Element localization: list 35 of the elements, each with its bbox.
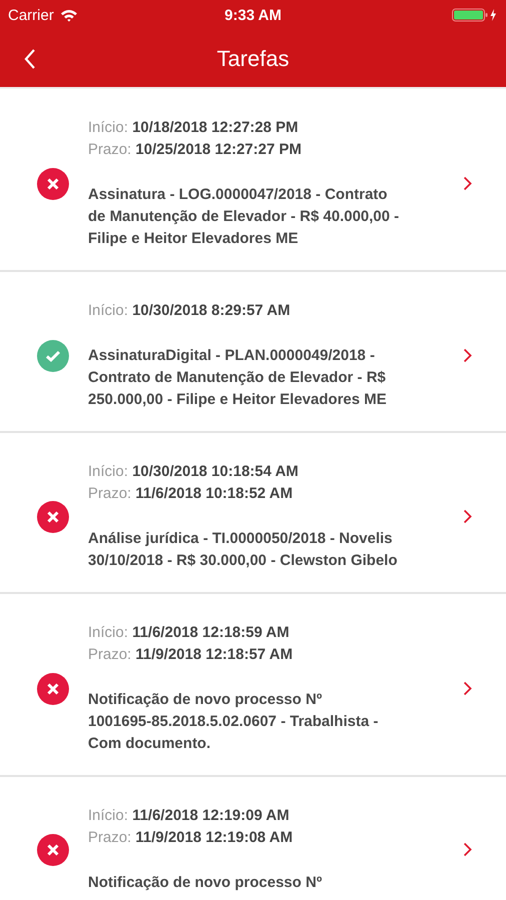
clock-label: 9:33 AM — [224, 6, 282, 24]
wifi-icon — [60, 8, 78, 22]
task-title: AssinaturaDigital - PLAN.0000049/2018 - Contrato de Manutenção de Elevador - R$ 250.000,00 - Filipe e Heitor Elevadores ME — [88, 346, 388, 410]
task-title: Notificação de novo processo Nº — [88, 873, 323, 893]
task-row[interactable]: Início: 11/6/2018 12:18:59 AM Prazo: 11/9/2018 12:18:57 AM Notificação de novo processo Nº 1001695-85.2018.5.02.0607 - Trabalhista - Com documento. — [0, 594, 506, 777]
date-line: Prazo: 11/9/2018 12:18:57 AM — [88, 645, 294, 665]
date-line: Prazo: 10/25/2018 12:27:27 PM — [88, 140, 302, 160]
date-line: Prazo: 11/6/2018 10:18:52 AM — [88, 484, 294, 504]
chevron-icon — [463, 348, 472, 363]
date-line: Início: 11/6/2018 12:19:09 AM — [88, 806, 290, 826]
date-line: Início: 10/30/2018 8:29:57 AM — [88, 301, 292, 321]
date-line: Início: 11/6/2018 12:18:59 AM — [88, 623, 290, 643]
date-line: Início: 10/18/2018 12:27:28 PM — [88, 118, 300, 138]
cross-icon — [37, 168, 69, 200]
chevron-icon — [463, 681, 472, 696]
carrier-label: Carrier — [8, 6, 54, 24]
screen-title: Tarefas — [216, 46, 290, 72]
task-row[interactable]: Início: 10/18/2018 12:27:28 PM Prazo: 10/25/2018 12:27:27 PM Assinatura - LOG.0000047/2018 - Contrato de Manutenção de Elevador - R$ 40.000,00 - Filipe e Heitor Elevadores ME — [0, 89, 506, 272]
chevron-icon — [463, 842, 472, 857]
chevron-icon — [463, 176, 472, 191]
back-icon — [24, 48, 36, 70]
task-row[interactable]: Início: 11/6/2018 12:19:09 AM Prazo: 11/9/2018 12:19:08 AM Notificação de novo processo Nº — [0, 777, 506, 900]
cross-icon — [37, 500, 69, 532]
task-title: Notificação de novo processo Nº 1001695-85.2018.5.02.0607 - Trabalhista - Com documento. — [88, 690, 380, 754]
date-line: Prazo: 11/9/2018 12:19:08 AM — [88, 828, 294, 848]
task-title: Análise jurídica - TI.0000050/2018 - Novelis 30/10/2018 - R$ 30.000,00 - Clewston Gibelo — [88, 529, 398, 571]
task-row[interactable]: Início: 10/30/2018 8:29:57 AM AssinaturaDigital - PLAN.0000049/2018 - Contrato de Manutenção de Elevador - R$ 250.000,00 - Filipe e Heitor Elevadores ME — [0, 272, 506, 433]
check-icon — [37, 340, 69, 372]
chevron-icon — [463, 509, 472, 524]
task-row[interactable]: Início: 10/30/2018 10:18:54 AM Prazo: 11/6/2018 10:18:52 AM Análise jurídica - TI.0000050/2018 - Novelis 30/10/2018 - R$ 30.000,00 - Clewston Gibelo — [0, 433, 506, 594]
battery-icon — [452, 8, 498, 22]
cross-icon — [37, 834, 69, 866]
task-title: Assinatura - LOG.0000047/2018 - Contrato de Manutenção de Elevador - R$ 40.000,00 - Filipe e Heitor Elevadores ME — [88, 185, 400, 249]
cross-icon — [37, 672, 69, 704]
date-line: Início: 10/30/2018 10:18:54 AM — [88, 462, 300, 482]
